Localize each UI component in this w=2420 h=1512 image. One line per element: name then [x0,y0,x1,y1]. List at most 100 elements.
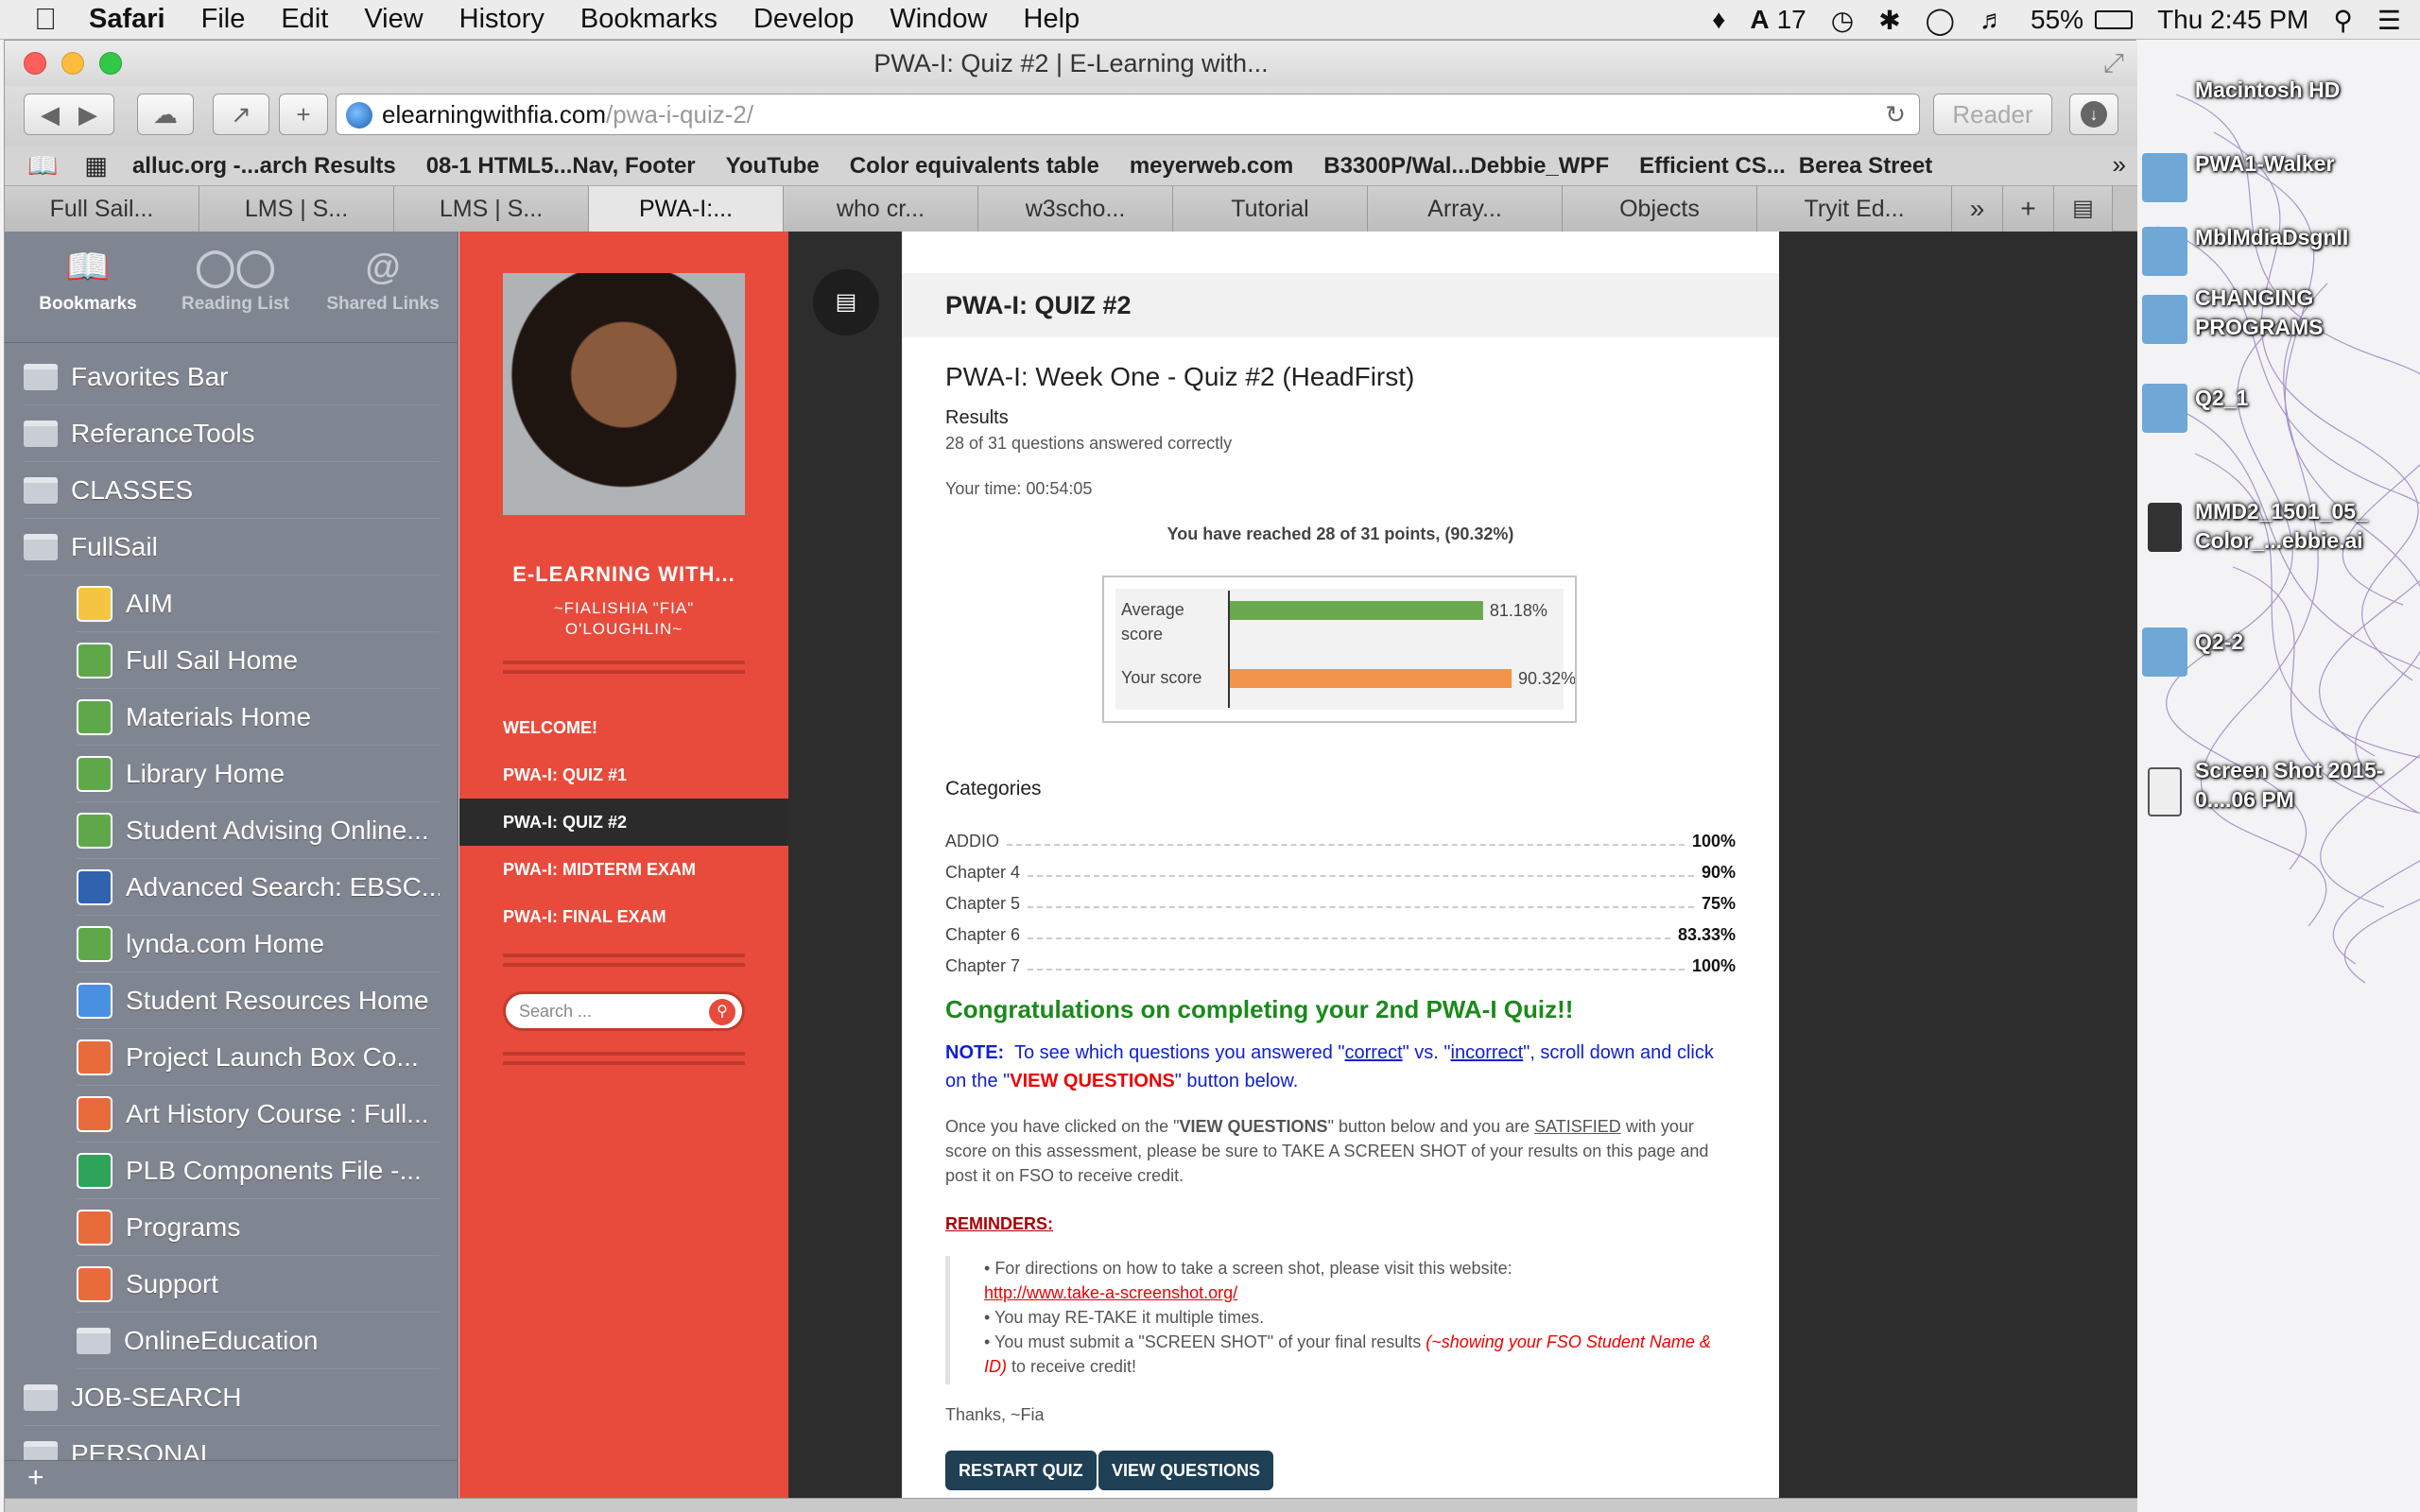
nav-midterm-exam[interactable]: PWA-I: MIDTERM EXAM [459,846,788,893]
menu-bookmarks[interactable]: Bookmarks [580,4,717,35]
menu-view[interactable]: View [364,4,423,35]
forward-arrow-icon[interactable]: ▶ [78,100,97,129]
menu-app-safari[interactable]: Safari [89,4,165,35]
sidebar-bookmark[interactable]: PLB Components File -... [77,1143,440,1199]
view-questions-button[interactable]: VIEW QUESTIONS [1098,1451,1274,1490]
tab[interactable]: Tutorial [1173,186,1368,232]
sidebar-folder[interactable]: ReferanceTools [24,405,440,462]
menu-edit[interactable]: Edit [281,4,328,35]
bluetooth-icon[interactable]: ✱ [1878,5,1900,36]
bookmarks-overflow-icon[interactable]: » [2113,150,2126,180]
sidebar-bookmark[interactable]: Student Advising Online... [77,802,440,859]
incorrect-link[interactable]: incorrect [1451,1042,1524,1063]
sidebar-folder[interactable]: CLASSES [24,462,440,519]
tab[interactable]: LMS | S... [199,186,394,232]
wifi-icon[interactable]: ◯ [1926,5,1955,36]
desktop-icon-mmd2-ai-file[interactable]: MMD2_1501_05_ Color_...ebbie.ai [2138,497,2420,610]
sidebar-folder[interactable]: PERSONAL [24,1426,440,1460]
congrats-message: Congratulations on completing your 2nd P… [945,995,1574,1023]
tab[interactable]: w3scho... [978,186,1173,232]
bookmark-link[interactable]: Berea Street [1799,153,1932,180]
sidebar-folder[interactable]: Favorites Bar [24,349,440,405]
add-bookmark-folder-icon[interactable]: + [27,1462,44,1493]
tab[interactable]: LMS | S... [394,186,589,232]
back-arrow-icon[interactable]: ◀ [41,100,60,129]
back-forward-buttons[interactable]: ◀ ▶ [24,94,114,135]
zoom-window-button[interactable] [99,52,122,75]
sidebar-bookmark[interactable]: Advanced Search: EBSC... [77,859,440,916]
tab[interactable]: who cr... [784,186,978,232]
bookmarks-book-icon[interactable]: 📖 [27,151,58,180]
new-tab-button[interactable]: + [279,94,328,135]
sidebar-bookmark[interactable]: Art History Course : Full... [77,1086,440,1143]
sidebar-bookmark[interactable]: OnlineEducation [77,1313,440,1369]
bookmark-link[interactable]: 08-1 HTML5...Nav, Footer [426,153,696,180]
reminder-text: You may RE-TAKE it multiple times. [994,1308,1265,1327]
sidebar-bookmark[interactable]: AIM [77,576,440,632]
top-sites-grid-icon[interactable]: ▦ [84,151,108,180]
tab-view-icon[interactable]: ▤ [2054,186,2113,232]
adobe-icon[interactable]: A [1750,5,1769,35]
desktop-icon-changing-programs[interactable]: CHANGING PROGRAMS [2138,284,2420,397]
bookmark-link[interactable]: Efficient CS... [1639,153,1786,180]
sidebar-bookmark[interactable]: Student Resources Home [77,972,440,1029]
time-machine-icon[interactable]: ◷ [1831,5,1854,36]
add-tab-icon[interactable]: + [2003,186,2054,232]
fullscreen-icon[interactable]: ⤢ [2103,48,2124,79]
sidebar-bookmark[interactable]: Project Launch Box Co... [77,1029,440,1086]
icloud-tabs-button[interactable]: ☁ [137,94,194,135]
share-button[interactable]: ↗ [213,94,269,135]
search-icon[interactable]: ⚲ [709,999,735,1025]
minimize-window-button[interactable] [61,52,84,75]
evernote-icon[interactable]: ♦ [1712,5,1725,35]
nav-quiz-1[interactable]: PWA-I: QUIZ #1 [459,751,788,799]
nav-quiz-2[interactable]: PWA-I: QUIZ #2 [459,799,788,846]
bookmark-link[interactable]: alluc.org -...arch Results [132,153,396,180]
sidebar-bookmark[interactable]: Support [77,1256,440,1313]
tab[interactable]: Tryit Ed... [1757,186,1952,232]
nav-welcome[interactable]: WELCOME! [459,704,788,751]
tab[interactable]: Objects [1563,186,1757,232]
bookmark-link[interactable]: meyerweb.com [1130,153,1293,180]
restart-quiz-button[interactable]: RESTART QUIZ [945,1451,1097,1490]
tab[interactable]: Array... [1368,186,1563,232]
tab[interactable]: Full Sail... [5,186,199,232]
screenshot-link[interactable]: http://www.take-a-screenshot.org/ [984,1283,1237,1302]
notification-center-icon[interactable]: ☰ [2377,5,2401,36]
menu-develop[interactable]: Develop [753,4,854,35]
volume-icon[interactable]: ♬ [1979,5,2006,35]
address-bar[interactable]: elearningwithfia.com/pwa-i-quiz-2/ ↻ [336,94,1920,135]
bookmark-link[interactable]: YouTube [726,153,820,180]
favicon-icon [77,812,112,849]
menu-file[interactable]: File [201,4,246,35]
sidebar-bookmark[interactable]: Materials Home [77,689,440,746]
tabs-overflow-icon[interactable]: » [1952,186,2003,232]
reload-icon[interactable]: ↻ [1885,94,1906,134]
tab-active[interactable]: PWA-I:... [589,186,784,232]
instruct-bold: VIEW QUESTIONS [1179,1117,1328,1136]
sidebar-bookmark[interactable]: Programs [77,1199,440,1256]
menu-window[interactable]: Window [890,4,987,35]
bookmark-link[interactable]: B3300P/Wal...Debbie_WPF [1323,153,1609,180]
sidebar-folder[interactable]: JOB-SEARCH [24,1369,440,1426]
sidebar-bookmark[interactable]: lynda.com Home [77,916,440,972]
spotlight-search-icon[interactable]: ⚲ [2333,5,2353,36]
sidebar-bookmark[interactable]: Library Home [77,746,440,802]
site-title[interactable]: E-LEARNING WITH... [459,562,788,587]
desktop-icon-q2-1[interactable]: Q2_1 [2138,384,2420,497]
close-window-button[interactable] [24,52,46,75]
menu-history[interactable]: History [459,4,544,35]
desktop-icon-q2-2[interactable]: Q2-2 [2138,627,2420,741]
reader-button[interactable]: Reader [1933,94,2052,135]
correct-link[interactable]: correct [1345,1042,1403,1063]
bookmark-link[interactable]: Color equivalents table [850,153,1099,180]
nav-final-exam[interactable]: PWA-I: FINAL EXAM [459,893,788,940]
sidebar-folder[interactable]: FullSail [24,519,440,576]
desktop-icon-screen-shot[interactable]: Screen Shot 2015-0....06 PM [2138,756,2420,869]
sidebar-bookmark[interactable]: Full Sail Home [77,632,440,689]
clock[interactable]: Thu 2:45 PM [2157,5,2308,35]
apple-icon[interactable]:  [34,2,57,37]
menu-help[interactable]: Help [1024,4,1080,35]
battery-icon[interactable] [2095,10,2134,29]
downloads-button[interactable]: ↓ [2069,94,2118,135]
